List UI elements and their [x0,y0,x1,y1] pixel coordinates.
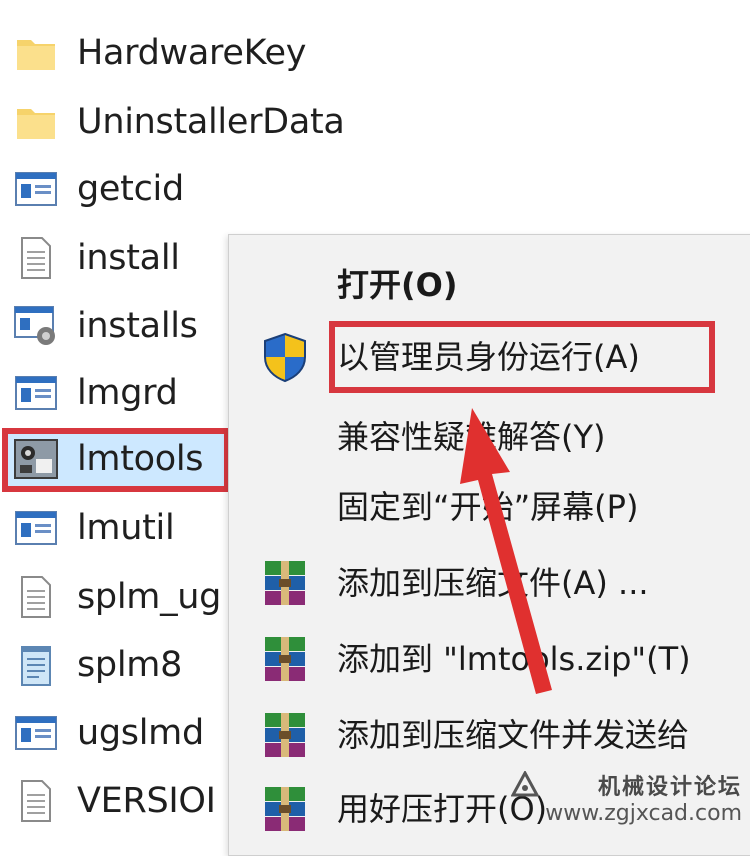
application-icon [12,504,60,552]
folder-icon [12,98,60,146]
watermark-url: www.zgjxcad.com [545,801,742,826]
winrar-icon [259,557,315,609]
file-name: install [77,238,180,278]
watermark: 机械设计论坛 www.zgjxcad.com [511,769,742,826]
menu-item-label: 打开(O) [337,266,458,304]
uac-shield-icon [259,331,315,383]
application-icon [12,369,60,417]
winrar-icon [259,633,315,685]
file-item-hardwarekey[interactable]: HardwareKey [0,22,306,84]
file-item-lmtools[interactable]: lmtools [0,428,240,492]
file-item-splm-ug[interactable]: splm_ug [0,566,240,628]
file-name: installs [77,306,198,346]
file-name: splm_ug [77,577,222,617]
file-name: UninstallerData [77,102,345,142]
file-name: splm8 [77,645,183,685]
installer-icon [12,302,60,350]
folder-icon [12,29,60,77]
annotation-highlight-box [329,321,715,393]
winrar-icon [259,783,315,835]
annotation-arrow-icon [460,408,552,694]
file-name: lmutil [77,508,175,548]
file-item-install[interactable]: install [0,227,240,289]
menu-item-add-to-archive-and-send[interactable]: 添加到压缩文件并发送给 [229,701,750,769]
menu-item-label: 添加到压缩文件并发送给 [337,716,690,754]
document-icon [12,573,60,621]
file-name: HardwareKey [77,33,307,73]
application-icon [12,709,60,757]
document-icon [12,234,60,282]
file-name: getcid [77,169,184,209]
file-item-splm8[interactable]: splm8 [0,634,240,696]
file-item-uninstallerdata[interactable]: UninstallerData [0,91,345,153]
forum-logo-icon [511,771,540,797]
application-icon [12,165,60,213]
file-item-installs[interactable]: installs [0,295,240,357]
lmtools-app-icon [12,435,60,483]
file-name: lmtools [77,439,204,479]
winrar-icon [259,709,315,761]
file-item-ugslmd[interactable]: ugslmd [0,702,240,764]
file-name: VERSIOI [77,781,216,821]
file-item-getcid[interactable]: getcid [0,158,240,220]
menu-item-open[interactable]: 打开(O) [229,251,750,319]
document-icon [12,777,60,825]
file-item-lmutil[interactable]: lmutil [0,497,240,559]
file-item-version[interactable]: VERSIOI [0,770,240,832]
file-name: ugslmd [77,713,204,753]
file-item-lmgrd[interactable]: lmgrd [0,362,240,424]
file-name: lmgrd [77,373,178,413]
file-list: HardwareKey UninstallerData getcid insta… [0,0,345,832]
watermark-text: 机械设计论坛 [597,775,742,800]
notepad-icon [12,641,60,689]
